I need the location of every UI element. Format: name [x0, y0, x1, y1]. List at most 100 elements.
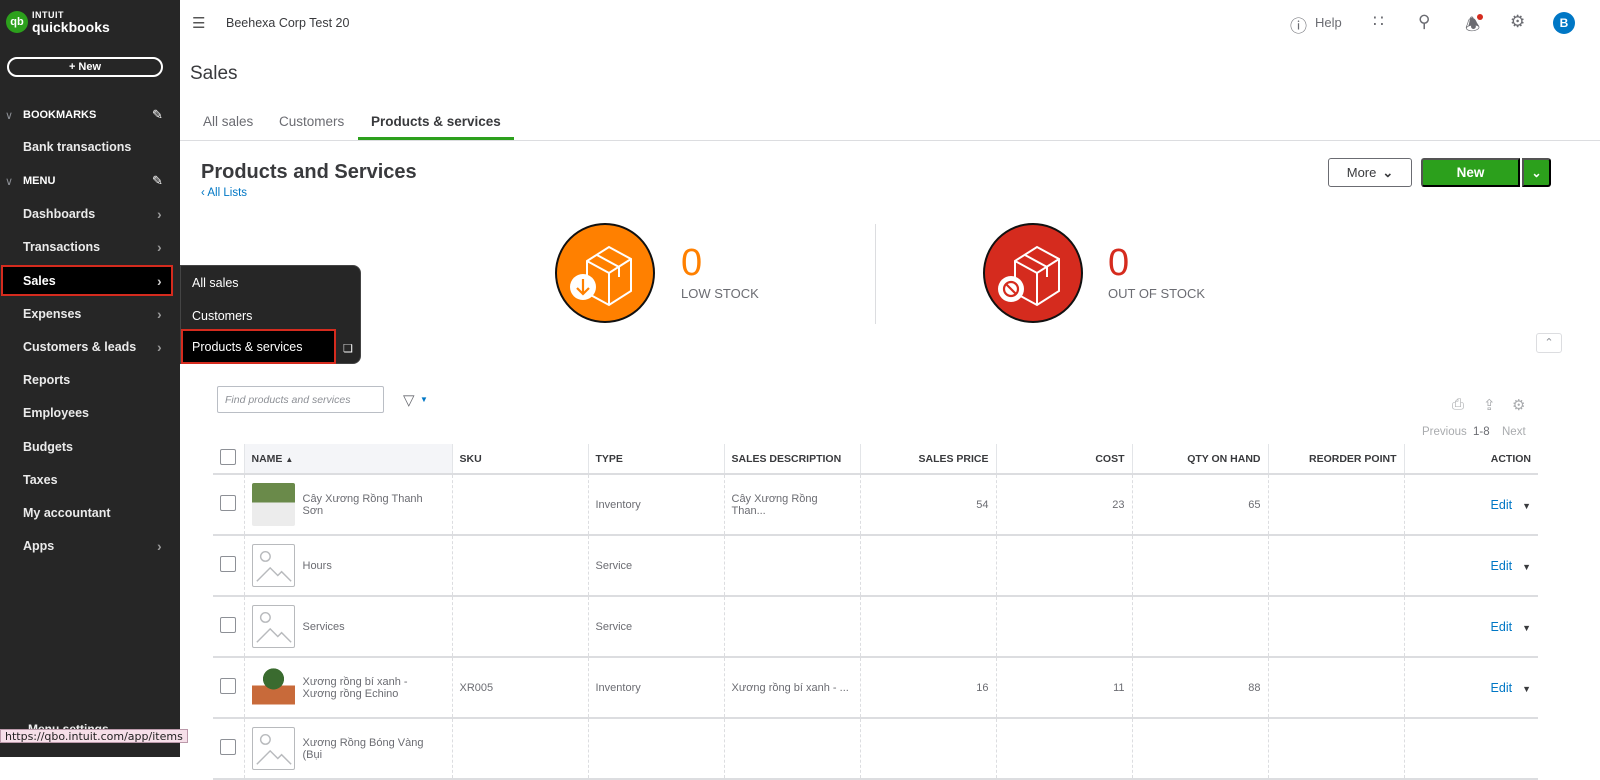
table-row: Xương Rồng Bóng Vàng (Bụi — [213, 718, 1538, 780]
bookmark-bank-transactions[interactable]: Bank transactions — [0, 132, 176, 162]
sidebar-item-taxes[interactable]: Taxes — [0, 465, 176, 495]
sku-cell — [451, 718, 588, 780]
column-header-sales-price[interactable]: SALES PRICE — [859, 444, 996, 475]
sidebar-item-my-accountant[interactable]: My accountant — [0, 498, 176, 528]
sidebar-item-apps[interactable]: Apps › — [0, 531, 176, 561]
sidebar-item-customers-leads[interactable]: Customers & leads › — [0, 332, 176, 362]
sidebar-item-expenses[interactable]: Expenses › — [0, 299, 176, 329]
tab-all-sales[interactable]: All sales — [203, 114, 253, 137]
item-name[interactable]: Xương rồng bí xanh - Xương rồng Echino — [303, 676, 445, 700]
new-dropdown-button[interactable]: ⌄ — [1522, 158, 1551, 187]
action-dropdown-caret-icon[interactable]: ▼ — [1522, 562, 1531, 572]
user-avatar[interactable]: B — [1553, 12, 1575, 34]
flyout-item-products-services[interactable]: Products & services — [181, 329, 336, 364]
qty-on-hand-cell: 88 — [1131, 657, 1268, 719]
more-button[interactable]: More ⌄ — [1328, 158, 1412, 187]
print-icon[interactable]: ⎙ — [1452, 396, 1464, 413]
sidebar-item-label: Reports — [23, 373, 71, 387]
flyout-item-all-sales[interactable]: All sales — [181, 266, 336, 299]
chevron-right-icon: › — [157, 339, 162, 355]
settings-gear-icon[interactable]: ⚙ — [1510, 12, 1525, 32]
new-item-button[interactable]: New — [1421, 158, 1520, 187]
apps-grid-icon[interactable]: ∷ — [1373, 12, 1384, 32]
action-cell: Edit ▼ — [1403, 596, 1538, 658]
sidebar-item-label: Taxes — [23, 473, 58, 487]
sidebar-item-label: Dashboards — [23, 207, 96, 221]
name-cell: Xương Rồng Bóng Vàng (Bụi — [243, 718, 452, 780]
edit-bookmarks-pencil-icon[interactable]: ✎ — [152, 107, 163, 123]
row-checkbox[interactable] — [220, 556, 236, 572]
bookmark-icon[interactable]: ❏ — [343, 342, 353, 355]
qb-logo-icon: qb — [6, 11, 28, 33]
sidebar-new-button[interactable]: + New — [7, 57, 163, 77]
collapse-stock-button[interactable]: ⌃ — [1536, 333, 1562, 353]
row-checkbox[interactable] — [220, 678, 236, 694]
edit-link[interactable]: Edit — [1491, 559, 1513, 573]
search-icon[interactable]: ⚲ — [1418, 12, 1430, 32]
action-dropdown-caret-icon[interactable]: ▼ — [1522, 684, 1531, 694]
menu-header[interactable]: ∨ MENU ✎ — [0, 169, 180, 193]
filter-icon[interactable]: ▽ — [403, 391, 415, 409]
select-all-checkbox[interactable] — [220, 449, 236, 465]
edit-menu-pencil-icon[interactable]: ✎ — [152, 173, 163, 189]
sidebar-item-transactions[interactable]: Transactions › — [0, 232, 176, 262]
edit-link[interactable]: Edit — [1491, 620, 1513, 634]
sidebar-item-reports[interactable]: Reports — [0, 365, 176, 395]
pager-range: 1-8 — [1473, 426, 1490, 438]
out-of-stock-filter[interactable] — [983, 223, 1083, 323]
sort-ascending-icon: ▲ — [285, 454, 294, 464]
row-checkbox[interactable] — [220, 495, 236, 511]
more-label: More — [1346, 165, 1377, 180]
sidebar-item-budgets[interactable]: Budgets — [0, 432, 176, 462]
sidebar-item-sales[interactable]: Sales › — [1, 265, 173, 296]
row-checkbox[interactable] — [220, 739, 236, 755]
out-of-stock-count: 0 — [1108, 242, 1130, 284]
item-name[interactable]: Hours — [303, 560, 332, 572]
bookmarks-label: BOOKMARKS — [23, 109, 97, 121]
sidebar-item-label: Employees — [23, 406, 90, 420]
action-dropdown-caret-icon[interactable]: ▼ — [1522, 623, 1531, 633]
sidebar-item-dashboards[interactable]: Dashboards › — [0, 199, 176, 229]
reorder-point-cell — [1267, 718, 1404, 780]
low-stock-filter[interactable] — [555, 223, 655, 323]
column-header-qty-on-hand[interactable]: QTY ON HAND — [1131, 444, 1268, 475]
tab-customers[interactable]: Customers — [279, 114, 344, 137]
column-header-reorder-point[interactable]: REORDER POINT — [1267, 444, 1404, 475]
search-products-input[interactable] — [217, 386, 384, 413]
flyout-item-customers[interactable]: Customers — [181, 299, 336, 332]
filter-caret-icon[interactable]: ▼ — [420, 395, 428, 404]
column-header-sales-description[interactable]: SALES DESCRIPTION — [723, 444, 860, 475]
table-row: Cây Xương Rồng Thanh Sơn Inventory Cây Xươ… — [213, 474, 1538, 536]
chevron-right-icon: › — [157, 306, 162, 322]
export-icon[interactable]: ⇪ — [1483, 396, 1496, 414]
products-table: NAME ▲ SKU TYPE SALES DESCRIPTION SALES … — [213, 444, 1538, 780]
collapse-menu-icon[interactable]: ☰ — [192, 14, 205, 32]
action-dropdown-caret-icon[interactable]: ▼ — [1522, 501, 1531, 511]
select-all-header — [213, 444, 244, 475]
help-button[interactable]: Help — [1315, 15, 1342, 30]
column-header-type[interactable]: TYPE — [587, 444, 724, 475]
box-down-arrow-icon — [570, 245, 632, 307]
action-cell: Edit ▼ — [1403, 474, 1538, 536]
help-icon[interactable]: ⓘ — [1290, 12, 1307, 37]
pager-previous[interactable]: Previous — [1422, 426, 1467, 438]
column-header-name[interactable]: NAME ▲ — [243, 444, 452, 475]
chevron-down-icon: ∨ — [5, 175, 14, 188]
column-header-sku[interactable]: SKU — [451, 444, 588, 475]
bookmarks-header[interactable]: ∨ BOOKMARKS ✎ — [0, 103, 180, 127]
tab-products-services[interactable]: Products & services — [358, 114, 514, 140]
sku-cell — [451, 474, 588, 536]
pager-next[interactable]: Next — [1502, 426, 1526, 438]
quickbooks-logo[interactable]: qb INTUIT quickbooks — [6, 10, 110, 34]
edit-link[interactable]: Edit — [1491, 498, 1513, 512]
type-cell — [587, 718, 724, 780]
sidebar-item-label: Expenses — [23, 307, 82, 321]
all-lists-link[interactable]: ‹ All Lists — [201, 187, 247, 199]
column-header-cost[interactable]: COST — [995, 444, 1132, 475]
item-name[interactable]: Services — [303, 621, 345, 633]
table-settings-gear-icon[interactable]: ⚙ — [1512, 396, 1525, 414]
edit-link[interactable]: Edit — [1491, 681, 1513, 695]
row-checkbox[interactable] — [220, 617, 236, 633]
item-name[interactable]: Cây Xương Rồng Thanh Sơn — [303, 493, 445, 517]
sidebar-item-employees[interactable]: Employees — [0, 398, 176, 428]
